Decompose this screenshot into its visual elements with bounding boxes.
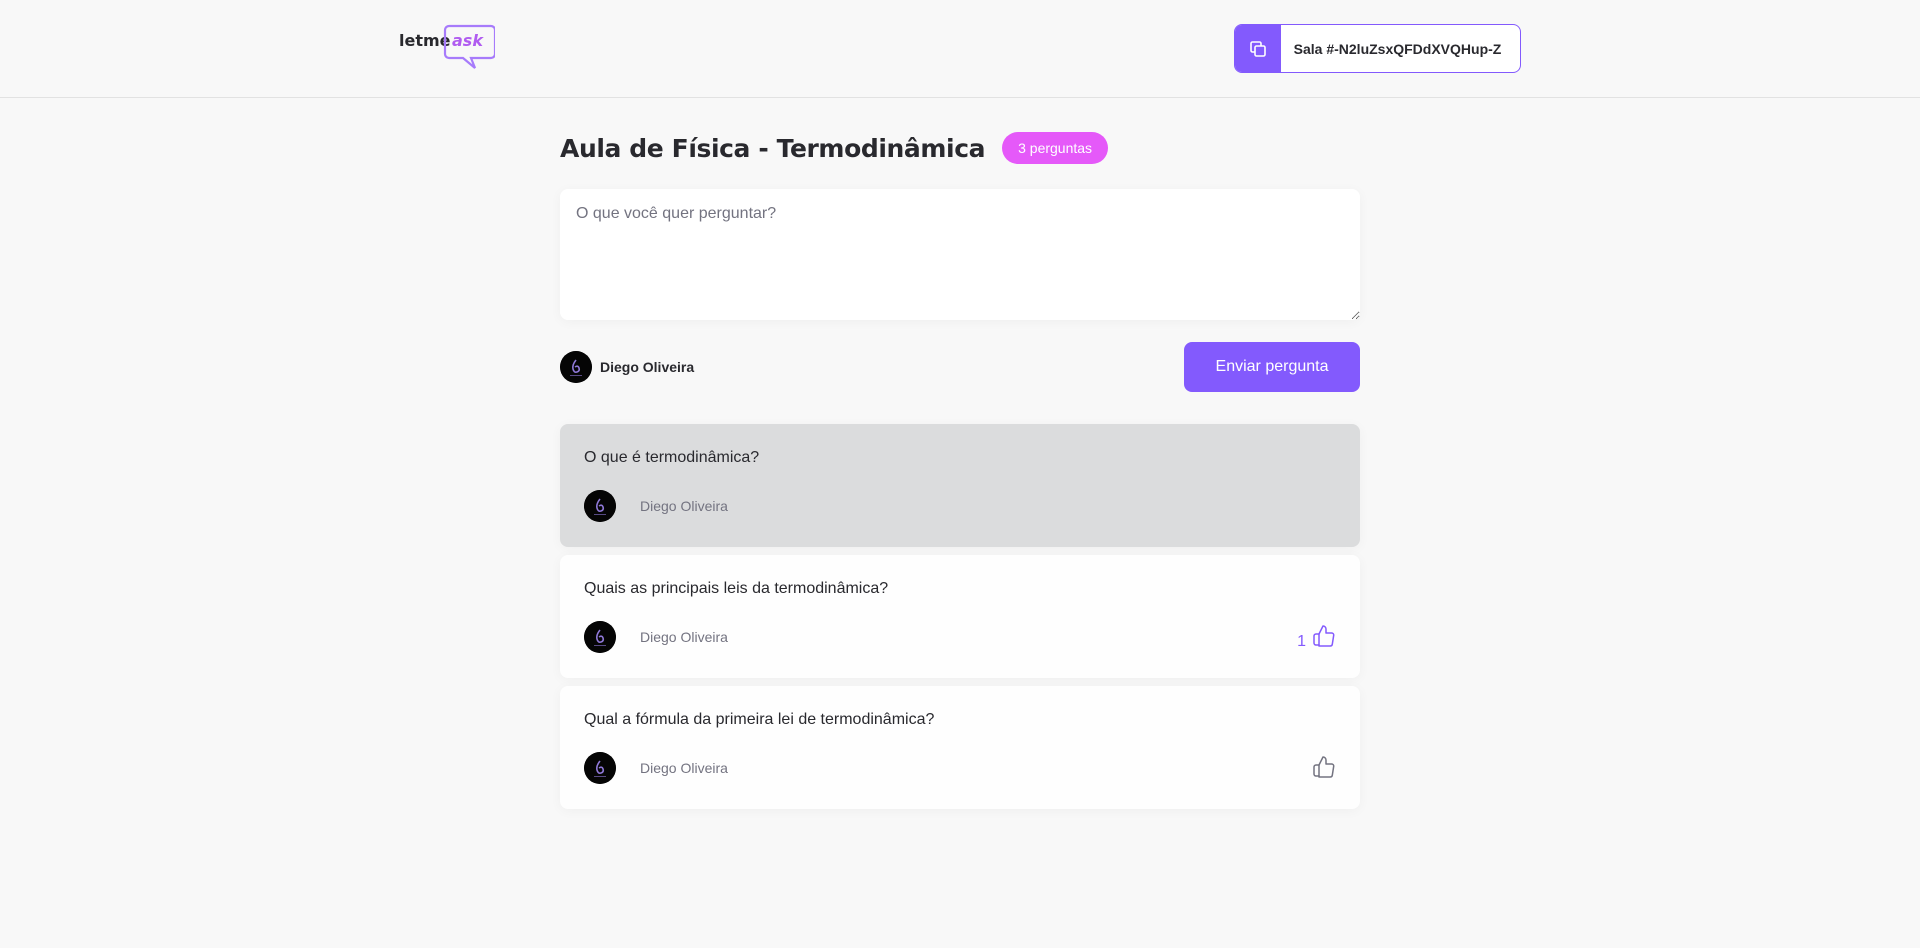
send-question-button[interactable]: Enviar pergunta xyxy=(1184,342,1360,392)
avatar xyxy=(560,351,592,383)
like-count: 1 xyxy=(1297,632,1306,650)
room-code-button[interactable]: Sala #-N2luZsxQFDdXVQHup-Z xyxy=(1234,24,1521,73)
copy-icon[interactable] xyxy=(1235,25,1281,72)
question-footer: Diego Oliveira 1 xyxy=(584,621,1336,653)
thumbs-up-icon xyxy=(1312,754,1336,783)
question-author: Diego Oliveira xyxy=(584,752,728,784)
svg-text:ask: ask xyxy=(452,31,484,50)
like-button[interactable] xyxy=(1306,754,1336,783)
author-name: Diego Oliveira xyxy=(640,629,728,645)
question-content: Qual a fórmula da primeira lei de termod… xyxy=(584,711,935,728)
room-code-text: Sala #-N2luZsxQFDdXVQHup-Z xyxy=(1293,40,1502,57)
thumbs-up-icon xyxy=(1312,623,1336,652)
question-list: O que é termodinâmica? Diego Oliveira Qu… xyxy=(560,424,1360,809)
question-footer: Diego Oliveira xyxy=(584,490,1336,522)
current-user-name: Diego Oliveira xyxy=(600,359,695,375)
user-info: Diego Oliveira xyxy=(560,351,694,383)
title-row: Aula de Física - Termodinâmica 3 pergunt… xyxy=(560,132,1360,164)
like-button[interactable]: 1 xyxy=(1297,623,1336,652)
letmeask-logo[interactable]: letme ask xyxy=(399,22,497,70)
form-footer: Diego Oliveira Enviar pergunta xyxy=(560,342,1360,392)
question-content: O que é termodinâmica? xyxy=(584,449,760,466)
question-input[interactable] xyxy=(560,189,1360,320)
page-title: Aula de Física - Termodinâmica xyxy=(560,133,986,163)
svg-text:letme: letme xyxy=(399,31,451,50)
question-content: Quais as principais leis da termodinâmic… xyxy=(584,580,889,597)
app-header: letme ask Sala #-N2luZsxQFDdXVQHup-Z xyxy=(0,0,1920,98)
author-name: Diego Oliveira xyxy=(640,760,728,776)
question-card: Qual a fórmula da primeira lei de termod… xyxy=(560,686,1360,809)
question-author: Diego Oliveira xyxy=(584,621,728,653)
avatar xyxy=(584,752,616,784)
avatar xyxy=(584,490,616,522)
question-author: Diego Oliveira xyxy=(584,490,728,522)
avatar xyxy=(584,621,616,653)
question-card: O que é termodinâmica? Diego Oliveira xyxy=(560,424,1360,547)
question-card: Quais as principais leis da termodinâmic… xyxy=(560,555,1360,678)
question-footer: Diego Oliveira xyxy=(584,752,1336,784)
room-content: Aula de Física - Termodinâmica 3 pergunt… xyxy=(560,132,1360,817)
question-count-badge: 3 perguntas xyxy=(1002,132,1109,164)
author-name: Diego Oliveira xyxy=(640,498,728,514)
